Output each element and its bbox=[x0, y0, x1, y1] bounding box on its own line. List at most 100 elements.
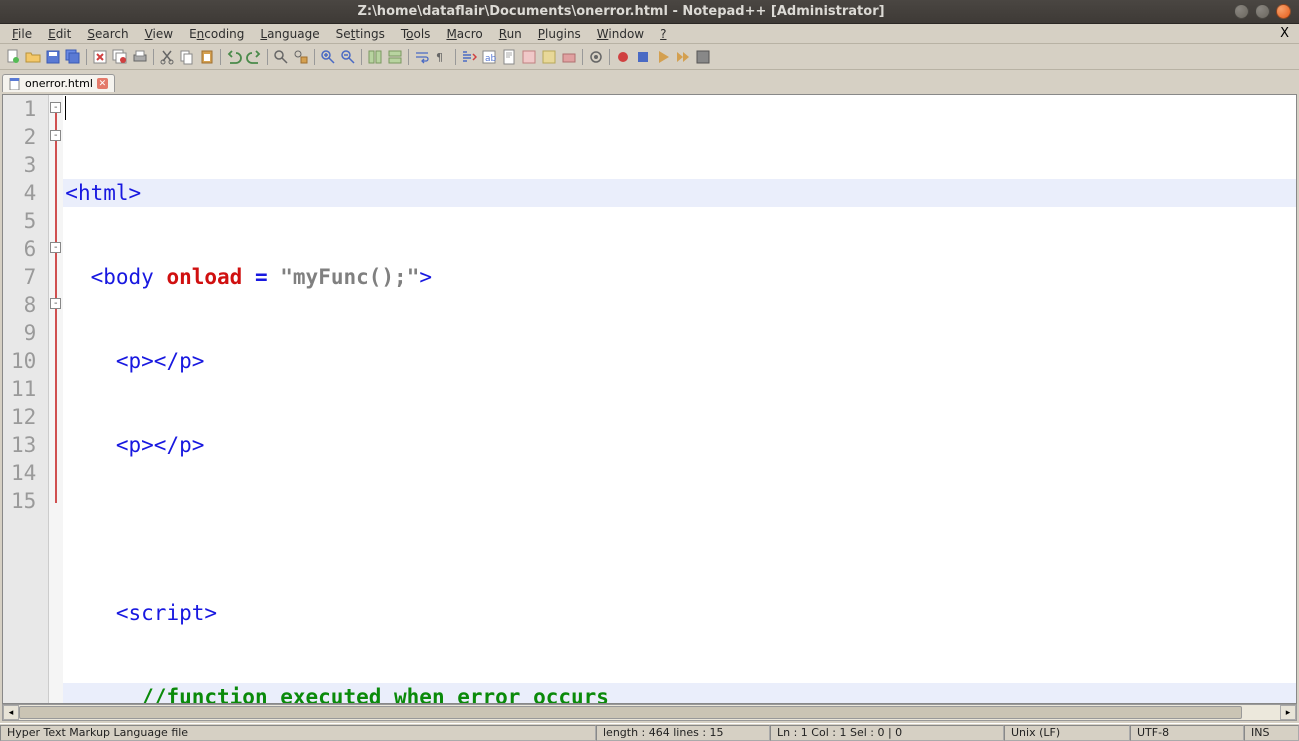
toolbar-separator bbox=[314, 49, 315, 65]
fold-toggle-icon[interactable]: - bbox=[50, 130, 61, 141]
menu-language[interactable]: Language bbox=[252, 25, 327, 43]
udlang-icon[interactable]: ab bbox=[480, 48, 498, 66]
save-icon[interactable] bbox=[44, 48, 62, 66]
new-file-icon[interactable] bbox=[4, 48, 22, 66]
fold-toggle-icon[interactable]: - bbox=[50, 242, 61, 253]
scroll-right-button[interactable]: ▸ bbox=[1280, 705, 1296, 720]
line-number: 6 bbox=[11, 235, 36, 263]
menu-run[interactable]: Run bbox=[491, 25, 530, 43]
menu-search[interactable]: Search bbox=[79, 25, 136, 43]
toolbar-separator bbox=[86, 49, 87, 65]
scroll-thumb[interactable] bbox=[19, 706, 1242, 719]
status-eol: Unix (LF) bbox=[1004, 725, 1130, 741]
code-editor[interactable]: 1 2 3 4 5 6 7 8 9 10 11 12 13 14 15 - - … bbox=[2, 94, 1297, 704]
func-list-icon[interactable] bbox=[540, 48, 558, 66]
sync-h-icon[interactable] bbox=[386, 48, 404, 66]
line-number: 1 bbox=[11, 95, 36, 123]
toolbar-separator bbox=[220, 49, 221, 65]
toolbar-separator bbox=[267, 49, 268, 65]
menu-encoding[interactable]: Encoding bbox=[181, 25, 252, 43]
line-number: 13 bbox=[11, 431, 36, 459]
doc-list-icon[interactable] bbox=[520, 48, 538, 66]
tab-label: onerror.html bbox=[25, 77, 93, 90]
save-macro-icon[interactable] bbox=[694, 48, 712, 66]
close-file-icon[interactable] bbox=[91, 48, 109, 66]
code-line: <script> bbox=[63, 599, 1296, 627]
menu-tools[interactable]: Tools bbox=[393, 25, 439, 43]
copy-icon[interactable] bbox=[178, 48, 196, 66]
play-multi-icon[interactable] bbox=[674, 48, 692, 66]
paste-icon[interactable] bbox=[198, 48, 216, 66]
stop-icon[interactable] bbox=[634, 48, 652, 66]
folder-tree-icon[interactable] bbox=[560, 48, 578, 66]
status-insert-mode: INS bbox=[1244, 725, 1299, 741]
tab-close-icon[interactable]: ✕ bbox=[97, 78, 108, 89]
toolbar-separator bbox=[153, 49, 154, 65]
find-icon[interactable] bbox=[272, 48, 290, 66]
code-line: <p></p> bbox=[63, 347, 1296, 375]
line-number: 15 bbox=[11, 487, 36, 515]
doc-map-icon[interactable] bbox=[500, 48, 518, 66]
code-area[interactable]: <html> <body onload = "myFunc();"> <p></… bbox=[63, 95, 1296, 703]
cut-icon[interactable] bbox=[158, 48, 176, 66]
status-position: Ln : 1 Col : 1 Sel : 0 | 0 bbox=[770, 725, 1004, 741]
maximize-button[interactable] bbox=[1255, 4, 1270, 19]
window-title: Z:\home\dataflair\Documents\onerror.html… bbox=[8, 4, 1234, 19]
scroll-left-button[interactable]: ◂ bbox=[3, 705, 19, 720]
wordwrap-icon[interactable] bbox=[413, 48, 431, 66]
svg-text:¶: ¶ bbox=[436, 51, 443, 64]
close-doc-x[interactable]: X bbox=[1274, 26, 1295, 41]
undo-icon[interactable] bbox=[225, 48, 243, 66]
open-file-icon[interactable] bbox=[24, 48, 42, 66]
save-all-icon[interactable] bbox=[64, 48, 82, 66]
zoom-in-icon[interactable] bbox=[319, 48, 337, 66]
menu-macro[interactable]: Macro bbox=[438, 25, 490, 43]
replace-icon[interactable] bbox=[292, 48, 310, 66]
status-bar: Hyper Text Markup Language file length :… bbox=[0, 723, 1299, 741]
status-encoding: UTF-8 bbox=[1130, 725, 1244, 741]
file-icon bbox=[9, 78, 21, 90]
status-language: Hyper Text Markup Language file bbox=[0, 725, 596, 741]
show-all-chars-icon[interactable]: ¶ bbox=[433, 48, 451, 66]
line-number: 14 bbox=[11, 459, 36, 487]
line-number: 9 bbox=[11, 319, 36, 347]
horizontal-scrollbar[interactable]: ◂ ▸ bbox=[2, 704, 1297, 721]
text-caret bbox=[65, 96, 66, 120]
monitor-icon[interactable] bbox=[587, 48, 605, 66]
menu-help[interactable]: ? bbox=[652, 25, 674, 43]
menu-window[interactable]: Window bbox=[589, 25, 652, 43]
line-number: 10 bbox=[11, 347, 36, 375]
toolbar-separator bbox=[455, 49, 456, 65]
menu-file[interactable]: File bbox=[4, 25, 40, 43]
code-line: <body onload = "myFunc();"> bbox=[63, 263, 1296, 291]
code-line: //function executed when error occurs bbox=[63, 683, 1296, 703]
minimize-button[interactable] bbox=[1234, 4, 1249, 19]
sync-v-icon[interactable] bbox=[366, 48, 384, 66]
line-number: 11 bbox=[11, 375, 36, 403]
code-line: <html> bbox=[63, 179, 1296, 207]
fold-column: - - - - bbox=[49, 95, 63, 703]
fold-toggle-icon[interactable]: - bbox=[50, 298, 61, 309]
fold-toggle-icon[interactable]: - bbox=[50, 102, 61, 113]
toolbar-separator bbox=[609, 49, 610, 65]
menu-plugins[interactable]: Plugins bbox=[530, 25, 589, 43]
zoom-out-icon[interactable] bbox=[339, 48, 357, 66]
line-number-gutter: 1 2 3 4 5 6 7 8 9 10 11 12 13 14 15 bbox=[3, 95, 49, 703]
scroll-track[interactable] bbox=[19, 705, 1280, 720]
redo-icon[interactable] bbox=[245, 48, 263, 66]
menu-view[interactable]: View bbox=[137, 25, 181, 43]
tab-onerror[interactable]: onerror.html ✕ bbox=[2, 74, 115, 92]
toolbar-separator bbox=[582, 49, 583, 65]
toolbar-separator bbox=[361, 49, 362, 65]
menu-edit[interactable]: Edit bbox=[40, 25, 79, 43]
indent-guide-icon[interactable] bbox=[460, 48, 478, 66]
print-icon[interactable] bbox=[131, 48, 149, 66]
line-number: 4 bbox=[11, 179, 36, 207]
close-all-icon[interactable] bbox=[111, 48, 129, 66]
code-line bbox=[63, 515, 1296, 543]
close-window-button[interactable] bbox=[1276, 4, 1291, 19]
menu-settings[interactable]: Settings bbox=[328, 25, 393, 43]
editor-container: 1 2 3 4 5 6 7 8 9 10 11 12 13 14 15 - - … bbox=[0, 92, 1299, 723]
record-icon[interactable] bbox=[614, 48, 632, 66]
play-icon[interactable] bbox=[654, 48, 672, 66]
